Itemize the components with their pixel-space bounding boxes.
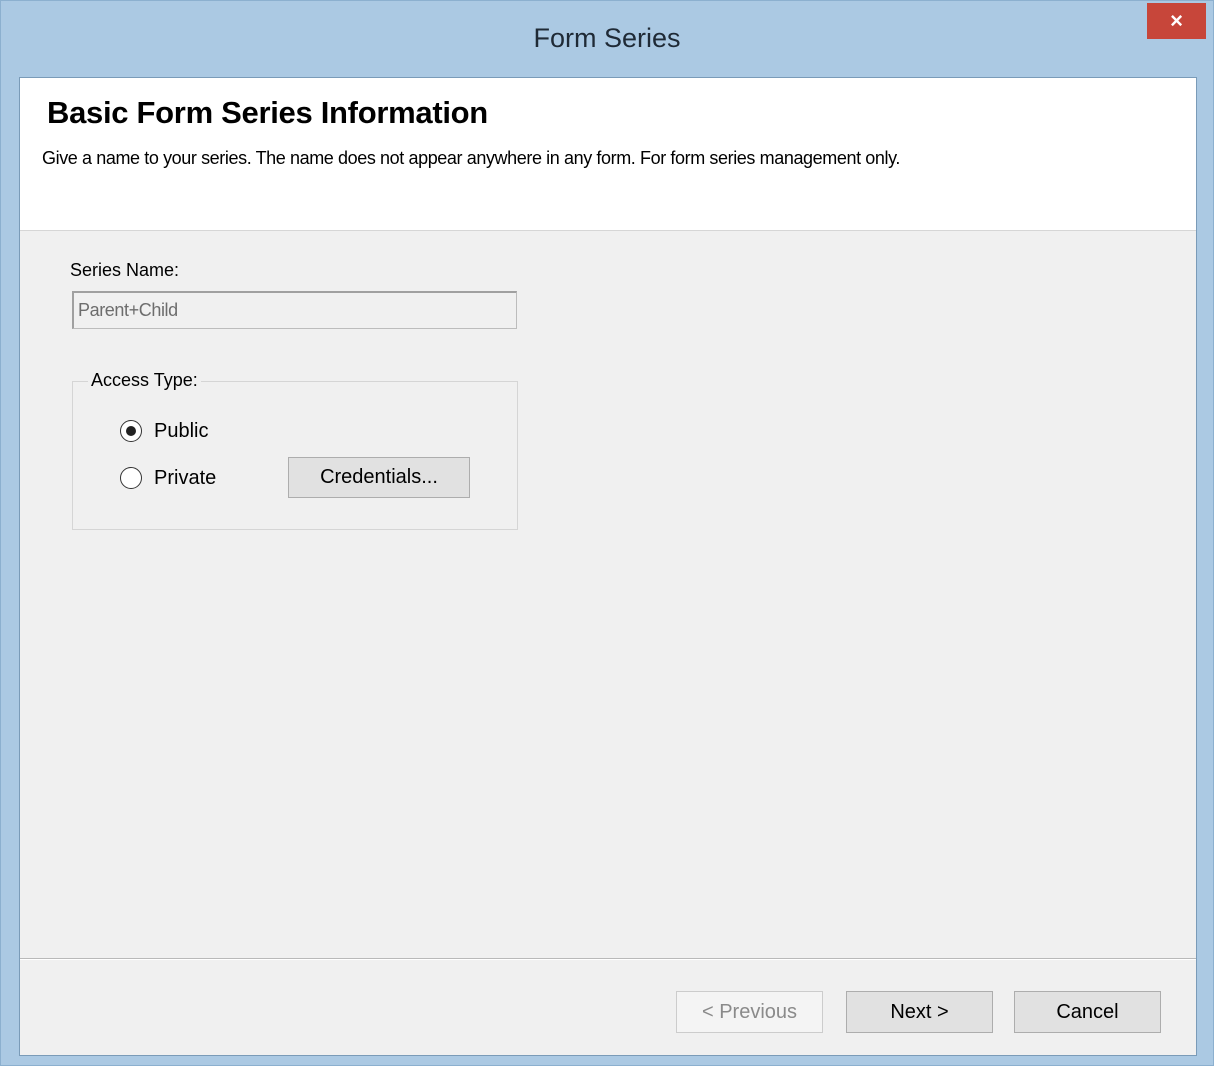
radio-private-label[interactable]: Private <box>154 467 216 490</box>
page-description: Give a name to your series. The name doe… <box>42 148 900 168</box>
series-name-label: Series Name: <box>70 260 180 280</box>
radio-public-label[interactable]: Public <box>154 420 208 443</box>
cancel-button[interactable]: Cancel <box>1014 991 1161 1033</box>
close-button[interactable]: × <box>1147 3 1206 39</box>
credentials-button[interactable]: Credentials... <box>288 457 470 498</box>
page-title: Basic Form Series Information <box>47 95 488 130</box>
radio-private[interactable] <box>120 467 142 489</box>
access-type-group <box>72 381 518 530</box>
dialog-client-area: Basic Form Series Information Give a nam… <box>19 77 1197 1056</box>
close-icon: × <box>1170 8 1183 33</box>
title-bar[interactable]: Form Series × <box>1 1 1213 77</box>
form-series-window: Form Series × Basic Form Series Informat… <box>0 0 1214 1066</box>
radio-public[interactable] <box>120 420 142 442</box>
series-name-input[interactable] <box>72 291 517 329</box>
previous-button[interactable]: < Previous <box>676 991 823 1033</box>
next-button[interactable]: Next > <box>846 991 993 1033</box>
window-title: Form Series <box>533 23 681 53</box>
header-panel: Basic Form Series Information Give a nam… <box>20 78 1196 231</box>
access-type-legend: Access Type: <box>88 370 201 391</box>
footer-divider <box>20 958 1196 960</box>
